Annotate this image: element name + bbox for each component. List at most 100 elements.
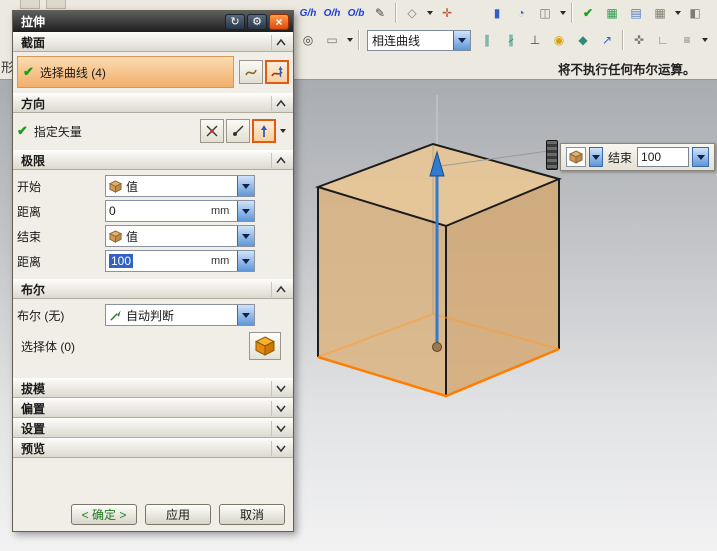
chevron-down-icon[interactable] xyxy=(672,2,683,24)
section-curve-button[interactable] xyxy=(265,60,289,84)
chevron-down-icon[interactable] xyxy=(271,400,289,416)
chevron-down-icon[interactable] xyxy=(557,2,568,24)
cube-icon xyxy=(569,150,583,164)
close-button[interactable]: × xyxy=(269,13,289,30)
floating-bar-grip[interactable] xyxy=(546,140,558,170)
section-header-settings[interactable]: 设置 xyxy=(13,418,293,438)
datum-plane-button[interactable]: ◇ xyxy=(401,2,423,24)
revolve-button[interactable]: ◔ xyxy=(510,2,532,24)
curve-chain-button[interactable] xyxy=(239,60,263,84)
tolerance-oh-button[interactable]: O/h xyxy=(321,2,343,24)
chevron-down-icon[interactable] xyxy=(271,420,289,436)
chevron-up-icon[interactable] xyxy=(271,152,289,168)
expressions-button[interactable]: ▦ xyxy=(601,2,623,24)
status-message: 将不执行任何布尔运算。 xyxy=(558,63,696,77)
section-header-preview[interactable]: 预览 xyxy=(13,438,293,458)
specify-vector-label: 指定矢量 xyxy=(33,124,82,139)
floating-end-label: 结束 xyxy=(608,150,633,165)
curve-rule-combobox[interactable]: 相连曲线 xyxy=(367,29,471,51)
chevron-down-icon[interactable] xyxy=(237,176,254,196)
chevron-down-icon[interactable] xyxy=(237,305,254,325)
chevron-down-icon[interactable] xyxy=(271,440,289,456)
vector-dialog-button[interactable] xyxy=(226,119,250,143)
snap-midpoint-button[interactable]: ∦ xyxy=(500,29,522,51)
boolean-value: 自动判断 xyxy=(126,308,175,323)
check-feature-button[interactable]: ✔ xyxy=(577,2,599,24)
rect-select-button[interactable]: ▭ xyxy=(321,29,343,51)
wcs-button[interactable]: ≡ xyxy=(676,29,698,51)
select-curve-field[interactable]: ✔ 选择曲线 (4) xyxy=(17,56,234,88)
dialog-titlebar[interactable]: 拉伸 ↻ ⚙ × xyxy=(13,11,293,32)
orange-cube-icon xyxy=(255,336,275,356)
select-body-button[interactable] xyxy=(249,332,281,360)
ok-button[interactable]: < 确定 > xyxy=(71,504,137,525)
chevron-down-icon[interactable] xyxy=(344,29,355,51)
plane-button[interactable]: ∟ xyxy=(652,29,674,51)
grid-button[interactable]: ▦ xyxy=(649,2,671,24)
end-limit-combobox[interactable]: 值 xyxy=(105,225,255,247)
chevron-down-icon[interactable] xyxy=(453,30,470,50)
start-limit-combobox[interactable]: 值 xyxy=(105,175,255,197)
end-distance-value[interactable]: 100 xyxy=(106,254,211,268)
extrude-button[interactable]: ▮ xyxy=(486,2,508,24)
vector-arrow-button[interactable] xyxy=(252,119,276,143)
point-button[interactable]: ✛ xyxy=(436,2,458,24)
end-distance-field[interactable]: 100 mm xyxy=(105,250,255,272)
chevron-down-icon[interactable] xyxy=(277,119,289,143)
tolerance-ob-button[interactable]: O/b xyxy=(345,2,367,24)
move-object-button[interactable]: ✜ xyxy=(628,29,650,51)
snap-center-button[interactable]: ◉ xyxy=(548,29,570,51)
floating-end-distance-input[interactable]: 100 xyxy=(637,147,690,167)
toolbar-separator xyxy=(571,3,573,23)
chevron-up-icon[interactable] xyxy=(271,34,289,50)
boolean-combobox[interactable]: 自动判断 xyxy=(105,304,255,326)
snap-quadrant-button[interactable]: ◆ xyxy=(572,29,594,51)
end-distance-spinner[interactable] xyxy=(237,251,254,271)
start-distance-spinner[interactable] xyxy=(237,201,254,221)
apply-button[interactable]: 应用 xyxy=(145,504,211,525)
chevron-down-icon[interactable] xyxy=(589,147,603,167)
end-label: 结束 xyxy=(17,229,42,244)
vector-button[interactable]: ↗ xyxy=(596,29,618,51)
reset-button[interactable]: ↻ xyxy=(225,13,245,30)
hole-button[interactable]: ◫ xyxy=(534,2,556,24)
end-limit-value: 值 xyxy=(126,229,139,244)
start-distance-value[interactable]: 0 xyxy=(106,204,211,218)
snap-endpoint-button[interactable]: ∥ xyxy=(476,29,498,51)
clip-section-button[interactable]: ◨ xyxy=(711,29,717,51)
section-view-button[interactable]: ◧ xyxy=(684,2,706,24)
section-header-section[interactable]: 截面 xyxy=(13,32,293,52)
direction-arrow-head xyxy=(429,150,445,177)
toolbar-separator xyxy=(395,3,397,23)
chevron-down-icon[interactable] xyxy=(237,226,254,246)
chevron-down-icon[interactable] xyxy=(699,29,710,51)
sketch-button[interactable]: ✎ xyxy=(369,2,391,24)
cancel-button[interactable]: 取消 xyxy=(219,504,285,525)
section-header-limits[interactable]: 极限 xyxy=(13,150,293,170)
cube-top-face xyxy=(318,144,559,226)
section-header-boolean[interactable]: 布尔 xyxy=(13,279,293,299)
section-header-draft[interactable]: 拔模 xyxy=(13,378,293,398)
toolbar-separator xyxy=(358,30,360,50)
start-distance-field[interactable]: 0 mm xyxy=(105,200,255,222)
vector-arrow-icon xyxy=(261,125,267,137)
dialog-options-button[interactable]: ⚙ xyxy=(247,13,267,30)
dialog-buttons: < 确定 > 应用 取消 xyxy=(13,504,293,531)
point-vector-icon xyxy=(233,125,244,136)
floating-end-spinner[interactable] xyxy=(692,147,710,167)
limit-type-button[interactable] xyxy=(566,147,586,167)
chevron-up-icon[interactable] xyxy=(271,281,289,297)
snap-intersection-button[interactable]: ⊥ xyxy=(524,29,546,51)
inferred-vector-icon xyxy=(206,125,218,137)
inferred-vector-button[interactable] xyxy=(200,119,224,143)
tolerance-gh-button[interactable]: G/h xyxy=(297,2,319,24)
chevron-up-icon[interactable] xyxy=(271,95,289,111)
chevron-down-icon[interactable] xyxy=(271,380,289,396)
section-header-direction[interactable]: 方向 xyxy=(13,93,293,113)
part-navigator-button[interactable]: ▤ xyxy=(625,2,647,24)
snap-point-button[interactable]: ◎ xyxy=(297,29,319,51)
curve-rule-value: 相连曲线 xyxy=(372,33,421,48)
chevron-down-icon[interactable] xyxy=(424,2,435,24)
cube-icon xyxy=(106,179,124,193)
section-header-offset[interactable]: 偏置 xyxy=(13,398,293,418)
